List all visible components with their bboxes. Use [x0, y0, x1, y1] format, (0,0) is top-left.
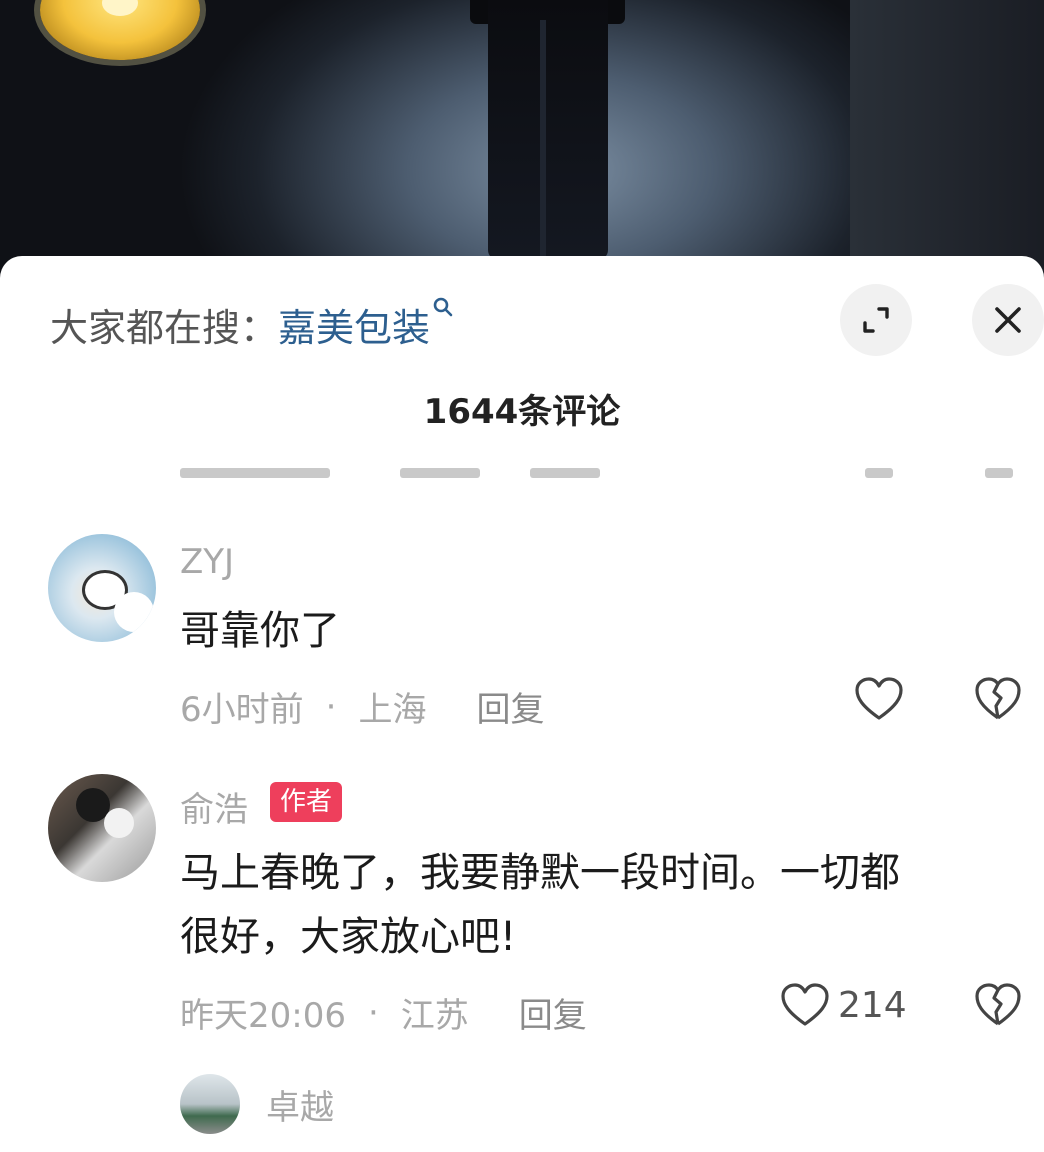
heart-icon: [855, 677, 903, 720]
search-suggestion[interactable]: 大家都在搜： 嘉美包装: [50, 296, 454, 352]
comment-time: 6小时前: [180, 690, 304, 730]
video-backdrop-panel: [850, 0, 1044, 290]
video-background: [0, 0, 1044, 290]
comment-text-line-2: 很好，大家放心吧!: [180, 914, 517, 960]
broken-heart-icon: [975, 677, 1021, 720]
meta-separator: ·: [367, 992, 379, 1033]
search-icon: [432, 295, 454, 325]
previous-comment-cutoff: [180, 460, 1040, 484]
close-button[interactable]: [972, 284, 1044, 356]
reply-button[interactable]: 回复: [476, 682, 544, 731]
comment-username[interactable]: ZYJ: [180, 542, 234, 582]
comment-text: 哥靠你了: [180, 608, 340, 654]
meta-separator: ·: [325, 686, 337, 727]
coin-reward-icon[interactable]: [40, 0, 200, 60]
comment-meta: 6小时前 · 上海 回复: [180, 682, 544, 731]
avatar[interactable]: [180, 1074, 240, 1134]
reply-button[interactable]: 回复: [519, 988, 587, 1037]
dislike-button[interactable]: [974, 982, 1022, 1028]
comment-username[interactable]: 俞浩: [180, 782, 248, 831]
comment-location: 江苏: [400, 996, 469, 1036]
search-prefix-label: 大家都在搜：: [50, 305, 279, 350]
comment-text-line-1: 马上春晚了，我要静默一段时间。一切都: [180, 850, 900, 896]
comment-time: 昨天20:06: [180, 996, 346, 1036]
close-icon: [995, 307, 1021, 333]
search-term-link[interactable]: 嘉美包装: [278, 297, 430, 352]
avatar[interactable]: [48, 534, 156, 642]
comment-location: 上海: [358, 690, 427, 730]
author-badge: 作者: [270, 782, 343, 822]
dislike-button[interactable]: [974, 676, 1022, 722]
comment-sheet: 大家都在搜： 嘉美包装 1644条评论 ZYJ 哥靠你了 6小时前 · 上海 回…: [0, 256, 1044, 1152]
comment-username[interactable]: 卓越: [266, 1080, 334, 1129]
like-count: 214: [838, 984, 907, 1026]
broken-heart-icon: [975, 983, 1021, 1026]
expand-icon: [863, 307, 889, 333]
comment-meta: 昨天20:06 · 江苏 回复: [180, 988, 587, 1037]
heart-icon: [781, 983, 829, 1026]
expand-button[interactable]: [840, 284, 912, 356]
avatar[interactable]: [48, 774, 156, 882]
video-figure: [488, 0, 608, 260]
comment-count-title: 1644条评论: [423, 392, 621, 432]
like-button[interactable]: [854, 676, 904, 722]
like-button[interactable]: 214: [780, 982, 907, 1028]
